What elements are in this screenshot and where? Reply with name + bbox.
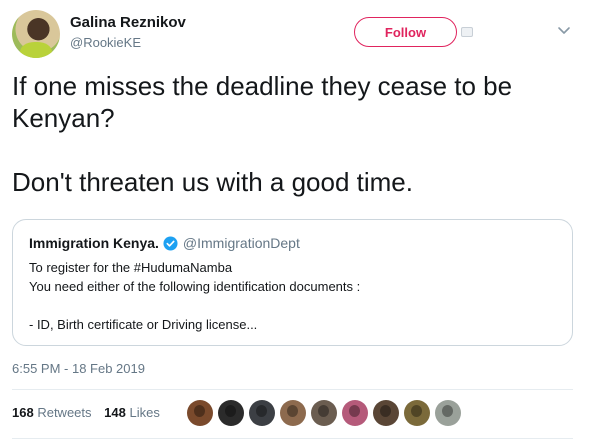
- retweets-stat[interactable]: 168 Retweets: [12, 405, 92, 420]
- liker-avatar[interactable]: [404, 400, 430, 426]
- verified-badge-icon: [163, 235, 178, 251]
- author-name[interactable]: Galina Reznikov: [70, 14, 186, 31]
- follow-button[interactable]: Follow: [354, 17, 457, 47]
- liker-avatar[interactable]: [187, 400, 213, 426]
- liker-avatar[interactable]: [311, 400, 337, 426]
- likes-stat[interactable]: 148 Likes: [104, 405, 160, 420]
- quoted-text-line: [29, 296, 360, 315]
- tweet-text-line: Kenyan?: [12, 103, 115, 133]
- quoted-text-line: - ID, Birth certificate or Driving licen…: [29, 317, 258, 332]
- tweet-text-line: If one misses the deadline they cease to…: [12, 71, 513, 101]
- tweet-text-gap: [12, 134, 572, 166]
- liker-avatar[interactable]: [249, 400, 275, 426]
- likes-label: Likes: [129, 405, 160, 420]
- quoted-text-line: You need either of the following identif…: [29, 279, 361, 294]
- quoted-text-line: To register for the #HudumaNamba: [29, 260, 233, 275]
- liker-avatar[interactable]: [373, 400, 399, 426]
- divider: [12, 438, 573, 439]
- tweet-text: If one misses the deadline they cease to…: [12, 70, 572, 198]
- author-handle[interactable]: @RookieKE: [70, 35, 141, 50]
- liker-avatar[interactable]: [280, 400, 306, 426]
- chevron-down-icon[interactable]: [556, 22, 572, 38]
- liker-avatar[interactable]: [218, 400, 244, 426]
- quoted-tweet[interactable]: Immigration Kenya. @ImmigrationDept To r…: [12, 219, 573, 346]
- quoted-author-handle[interactable]: @ImmigrationDept: [183, 235, 300, 251]
- quoted-tweet-header: Immigration Kenya. @ImmigrationDept: [29, 235, 300, 251]
- likes-count: 148: [104, 405, 126, 420]
- liker-avatar[interactable]: [342, 400, 368, 426]
- likers-avatars: [187, 400, 466, 426]
- retweets-label: Retweets: [37, 405, 92, 420]
- tweet-timestamp[interactable]: 6:55 PM - 18 Feb 2019: [12, 361, 145, 376]
- quoted-tweet-text: To register for the #HudumaNamba You nee…: [29, 258, 360, 334]
- divider: [12, 389, 573, 390]
- follow-status-icon: [461, 27, 473, 37]
- tweet-stats: 168 Retweets 148 Likes: [12, 405, 160, 420]
- author-avatar[interactable]: [12, 10, 60, 58]
- quoted-author-name[interactable]: Immigration Kenya.: [29, 235, 159, 251]
- retweets-count: 168: [12, 405, 34, 420]
- tweet-text-line: Don't threaten us with a good time.: [12, 167, 413, 197]
- liker-avatar[interactable]: [435, 400, 461, 426]
